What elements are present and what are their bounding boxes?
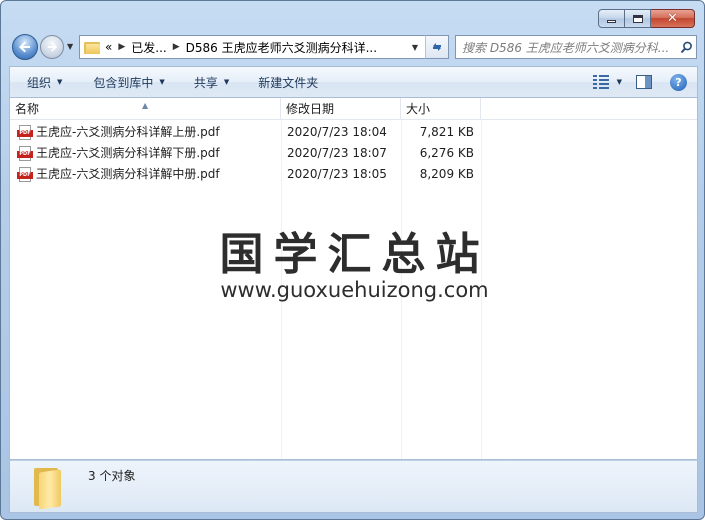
address-bar[interactable]: « ▶ 已发... ▶ D586 王虎应老师六爻测病分科详... ▼ <box>79 35 449 59</box>
pdf-icon: PDF <box>17 166 33 183</box>
column-header: 名称 ▲ 修改日期 大小 <box>10 98 697 120</box>
new-folder-button[interactable]: 新建文件夹 <box>238 67 327 97</box>
watermark-url: www.guoxuehuizong.com <box>220 278 489 302</box>
share-label: 共享 <box>193 75 218 90</box>
chevron-down-icon: ▼ <box>159 78 165 86</box>
refresh-icon <box>433 43 441 51</box>
column-size-label: 大小 <box>406 102 431 116</box>
breadcrumb-separator-icon[interactable]: ▶ <box>167 42 186 52</box>
command-bar: 组织 ▼ 包含到库中 ▼ 共享 ▼ 新建文件夹 ▼ ? <box>9 66 698 97</box>
change-view-icon[interactable] <box>592 75 609 89</box>
watermark-title: 国学汇总站 <box>219 229 490 280</box>
column-name[interactable]: 名称 ▲ <box>10 98 281 120</box>
explorer-window: ✕ ▼ « ▶ 已发... ▶ D586 王虎应老师六爻测病分科详... ▼ 搜… <box>0 0 705 520</box>
forward-button[interactable] <box>40 35 64 59</box>
arrow-right-icon <box>47 42 58 52</box>
refresh-button[interactable] <box>425 35 449 59</box>
arrow-left-icon <box>19 41 30 53</box>
column-name-label: 名称 <box>15 102 40 116</box>
pdf-icon: PDF <box>17 145 33 162</box>
folder-icon <box>30 466 66 510</box>
file-row[interactable]: PDF 王虎应-六爻测病分科详解下册.pdf 2020/7/23 18:07 6… <box>10 143 481 164</box>
include-in-library-label: 包含到库中 <box>93 75 154 90</box>
column-date[interactable]: 修改日期 <box>281 98 401 120</box>
organize-menu[interactable]: 组织 ▼ <box>10 67 71 97</box>
file-date: 2020/7/23 18:04 <box>287 125 387 139</box>
recent-pages-dropdown[interactable]: ▼ <box>67 42 73 51</box>
maximize-button[interactable] <box>625 9 651 28</box>
new-folder-label: 新建文件夹 <box>258 75 319 90</box>
file-date: 2020/7/23 18:05 <box>287 167 387 181</box>
file-name: 王虎应-六爻测病分科详解上册.pdf <box>36 125 220 139</box>
breadcrumb-separator-icon[interactable]: ▶ <box>112 42 131 52</box>
file-date: 2020/7/23 18:07 <box>287 146 387 160</box>
pdf-icon: PDF <box>17 124 33 141</box>
file-row[interactable]: PDF 王虎应-六爻测病分科详解中册.pdf 2020/7/23 18:05 8… <box>10 164 481 185</box>
caption-buttons: ✕ <box>598 9 695 28</box>
file-size: 8,209 KB <box>419 167 474 181</box>
search-input[interactable]: 搜索 D586 王虎应老师六爻测病分科... <box>462 39 676 56</box>
include-in-library-menu[interactable]: 包含到库中 ▼ <box>71 67 173 97</box>
column-date-label: 修改日期 <box>286 102 335 116</box>
file-row[interactable]: PDF 王虎应-六爻测病分科详解上册.pdf 2020/7/23 18:04 7… <box>10 122 481 143</box>
minimize-button[interactable] <box>598 9 625 28</box>
file-list: 名称 ▲ 修改日期 大小 PDF 王虎应-六爻测病分科详解上册.pdf 2020/… <box>9 97 698 460</box>
chevron-down-icon: ▼ <box>223 78 230 86</box>
file-name: 王虎应-六爻测病分科详解中册.pdf <box>36 167 220 181</box>
close-icon: ✕ <box>667 11 678 26</box>
chevron-down-icon: ▼ <box>57 78 63 86</box>
search-box[interactable]: 搜索 D586 王虎应老师六爻测病分科... <box>455 35 697 59</box>
back-button[interactable] <box>12 34 38 60</box>
help-icon[interactable]: ? <box>670 73 687 91</box>
breadcrumb-parent[interactable]: 已发... <box>131 39 166 56</box>
address-dropdown-icon[interactable]: ▼ <box>406 43 424 52</box>
item-count: 3 个对象 <box>88 469 136 483</box>
file-size: 7,821 KB <box>419 125 474 139</box>
close-button[interactable]: ✕ <box>651 9 695 28</box>
view-dropdown-icon[interactable]: ▼ <box>617 78 622 86</box>
organize-label: 组织 <box>27 75 52 90</box>
share-menu[interactable]: 共享 ▼ <box>174 67 238 97</box>
breadcrumb-overflow[interactable]: « <box>105 40 112 54</box>
details-pane: 3 个对象 <box>9 460 698 513</box>
preview-pane-icon[interactable] <box>636 75 652 89</box>
search-icon[interactable] <box>676 41 696 54</box>
breadcrumb-current[interactable]: D586 王虎应老师六爻测病分科详... <box>186 39 377 56</box>
folder-icon <box>84 41 100 54</box>
file-size: 6,276 KB <box>419 146 474 160</box>
column-size[interactable]: 大小 <box>401 98 481 120</box>
sort-up-icon: ▲ <box>142 101 149 110</box>
maximize-icon <box>632 14 643 23</box>
file-name: 王虎应-六爻测病分科详解下册.pdf <box>36 146 220 160</box>
minimize-icon <box>607 20 616 23</box>
